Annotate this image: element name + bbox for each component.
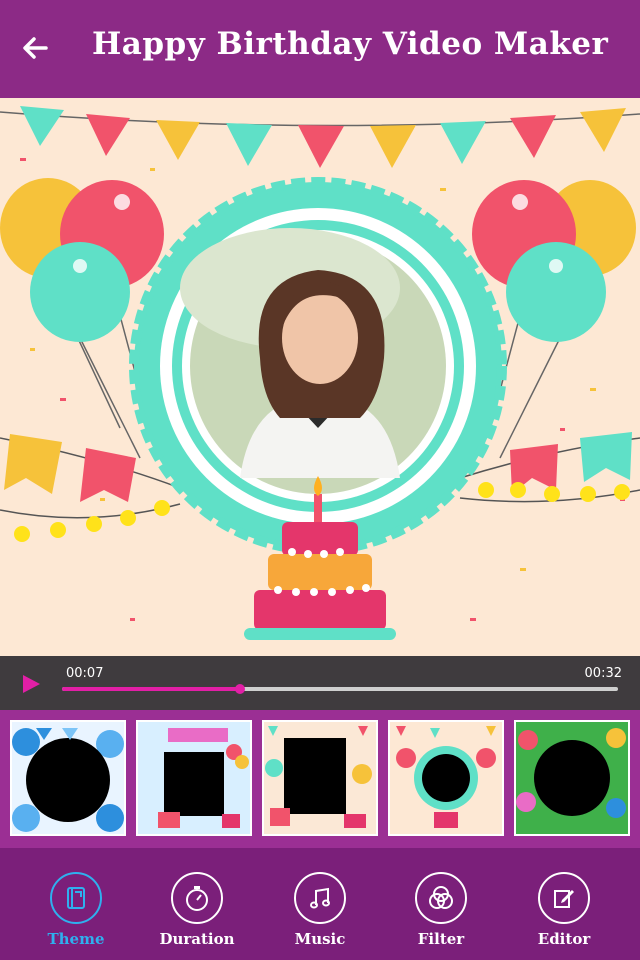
theme-thumbnail-green-balloons[interactable] [514,720,630,836]
theme-thumbnail-teal-frame-cake[interactable] [388,720,504,836]
video-preview[interactable] [0,98,640,656]
edit-icon [538,872,590,924]
music-note-icon [294,872,346,924]
current-time: 00:07 [66,666,104,681]
nav-theme[interactable]: Theme [21,872,131,948]
arrow-left-icon[interactable] [18,30,54,66]
play-icon[interactable] [20,673,42,695]
stopwatch-icon [171,872,223,924]
seek-bar-thumb[interactable] [234,684,245,694]
book-icon [50,872,102,924]
theme-thumbnail-happy-birthday-banner[interactable] [136,720,252,836]
seek-bar[interactable] [62,684,618,694]
theme-thumbnail-blue-balloons[interactable] [10,720,126,836]
theme-strip [0,710,640,848]
nav-label-duration: Duration [159,930,235,948]
nav-editor[interactable]: Editor [509,872,619,948]
nav-music[interactable]: Music [265,872,375,948]
nav-label-theme: Theme [47,930,105,948]
bottom-navigation: Theme Duration Music Filter Editor [0,848,640,960]
total-time: 00:32 [584,666,622,681]
seek-bar-progress [62,687,240,691]
birthday-frame-artwork [0,106,640,640]
app-header: Happy Birthday Video Maker [0,0,640,98]
filter-circles-icon [415,872,467,924]
nav-duration[interactable]: Duration [142,872,252,948]
nav-filter[interactable]: Filter [386,872,496,948]
page-title: Happy Birthday Video Maker [92,26,609,62]
nav-label-editor: Editor [537,930,591,948]
video-player-bar: 00:07 00:32 [0,656,640,710]
nav-label-music: Music [294,930,346,948]
nav-label-filter: Filter [417,930,465,948]
theme-thumbnail-balloons-gifts[interactable] [262,720,378,836]
